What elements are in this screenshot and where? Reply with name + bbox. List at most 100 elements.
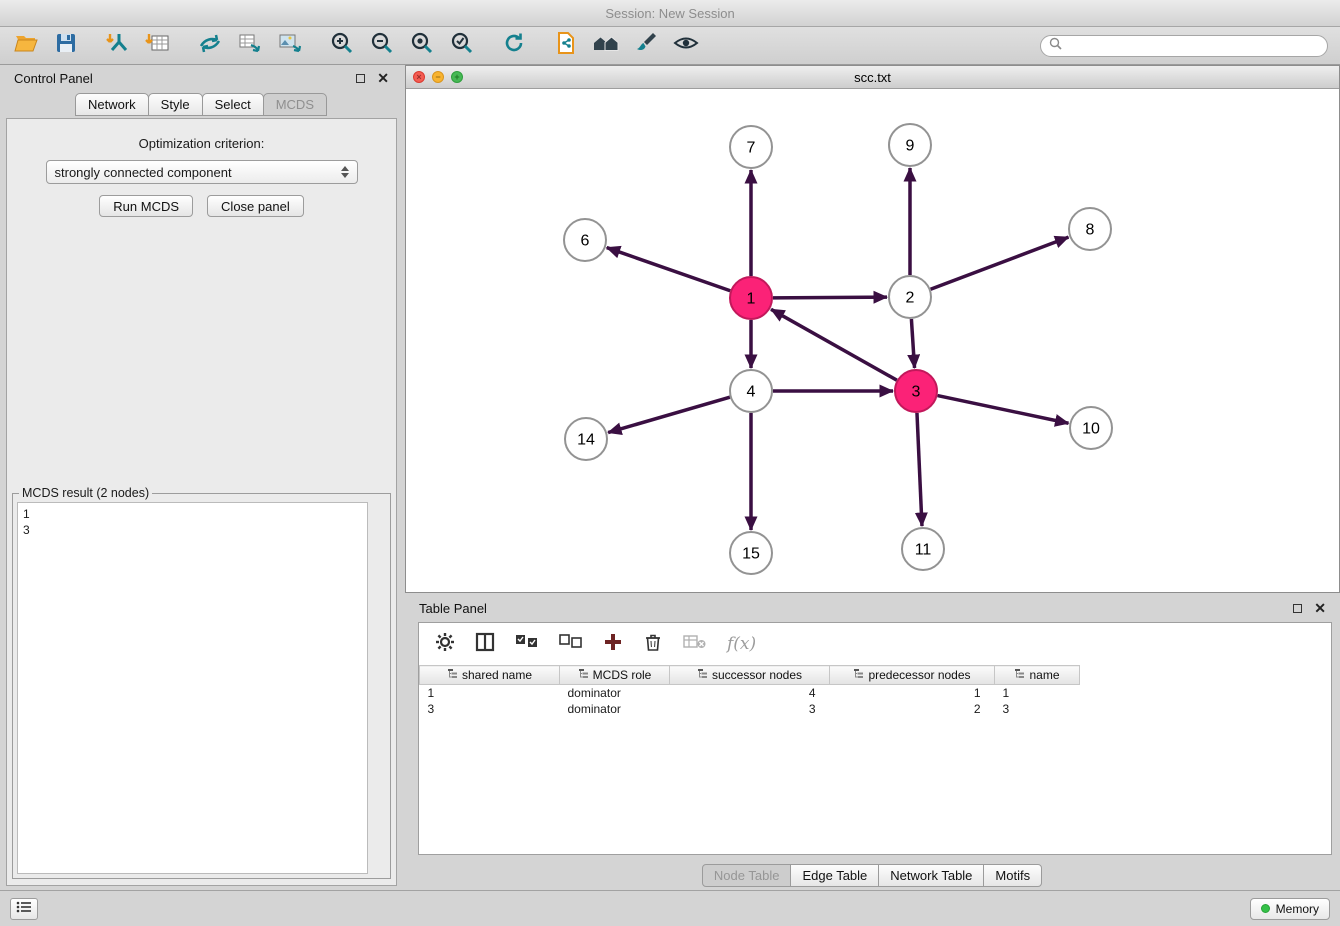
graph-node-3[interactable]: 3 — [895, 370, 937, 412]
float-table-panel-icon[interactable] — [1293, 604, 1302, 613]
control-panel-tabs: Network Style Select MCDS — [0, 93, 403, 116]
tab-motifs[interactable]: Motifs — [983, 864, 1042, 887]
graph-edge-4-14[interactable] — [608, 397, 730, 432]
table-settings-button[interactable] — [435, 632, 455, 657]
open-session-button[interactable] — [12, 32, 40, 60]
network-graph[interactable]: 7 9 6 8 1 2 4 3 14 10 15 11 — [406, 89, 1339, 592]
float-panel-icon[interactable] — [356, 74, 365, 83]
graph-node-6[interactable]: 6 — [564, 219, 606, 261]
window-titlebar[interactable]: Session: New Session — [0, 0, 1340, 27]
minimize-window-icon[interactable]: − — [432, 71, 444, 83]
table-cell[interactable]: 3 — [420, 701, 560, 717]
table-cell[interactable]: 4 — [670, 685, 830, 701]
graph-edge-1-6[interactable] — [607, 248, 731, 291]
graph-edge-3-1[interactable] — [771, 309, 897, 380]
open-recent-button[interactable] — [552, 32, 580, 60]
memory-button[interactable]: Memory — [1250, 898, 1330, 920]
run-mcds-button[interactable]: Run MCDS — [99, 195, 193, 217]
export-image-button[interactable] — [276, 32, 304, 60]
graph-edge-3-10[interactable] — [938, 396, 1069, 424]
table-header-row: shared name MCDS role successor nodes pr… — [420, 666, 1080, 685]
graph-node-14[interactable]: 14 — [565, 418, 607, 460]
graph-node-15[interactable]: 15 — [730, 532, 772, 574]
tab-style[interactable]: Style — [148, 93, 203, 116]
refresh-tool-group — [500, 32, 528, 60]
graph-node-8[interactable]: 8 — [1069, 208, 1111, 250]
first-neighbors-button[interactable] — [592, 32, 620, 60]
tab-node-table[interactable]: Node Table — [702, 864, 792, 887]
document-network-icon — [553, 30, 579, 61]
graph-node-11[interactable]: 11 — [902, 528, 944, 570]
graph-node-10[interactable]: 10 — [1070, 407, 1112, 449]
tab-select[interactable]: Select — [202, 93, 264, 116]
sort-icon — [1014, 668, 1025, 682]
table-cell[interactable]: 1 — [420, 685, 560, 701]
tab-mcds[interactable]: MCDS — [263, 93, 327, 116]
network-window-titlebar[interactable]: scc.txt × − + — [406, 66, 1339, 89]
table-panel-header: Table Panel ✕ — [405, 595, 1340, 621]
zoom-in-button[interactable] — [328, 32, 356, 60]
column-header-successor-nodes[interactable]: successor nodes — [670, 666, 830, 685]
graph-node-9[interactable]: 9 — [889, 124, 931, 166]
mcds-result-list[interactable]: 13 — [17, 502, 368, 874]
deselect-all-button[interactable] — [559, 634, 583, 654]
table-cell[interactable]: 1 — [995, 685, 1080, 701]
graph-edge-3-11[interactable] — [917, 413, 922, 526]
zoom-selected-button[interactable] — [448, 32, 476, 60]
graph-node-label: 14 — [577, 432, 595, 449]
select-all-button[interactable] — [515, 634, 539, 654]
table-cell[interactable]: dominator — [560, 685, 670, 701]
graph-node-4[interactable]: 4 — [730, 370, 772, 412]
zoom-fit-button[interactable] — [408, 32, 436, 60]
refresh-network-button[interactable] — [500, 32, 528, 60]
graph-node-2[interactable]: 2 — [889, 276, 931, 318]
graph-edge-2-8[interactable] — [931, 237, 1069, 289]
column-header-name[interactable]: name — [995, 666, 1080, 685]
table-cell[interactable]: 3 — [995, 701, 1080, 717]
network-canvas[interactable]: 7 9 6 8 1 2 4 3 14 10 15 11 — [406, 89, 1339, 592]
show-hide-button[interactable] — [672, 32, 700, 60]
table-cell[interactable]: 3 — [670, 701, 830, 717]
network-arrows-icon — [197, 30, 223, 61]
zoom-window-icon[interactable]: + — [451, 71, 463, 83]
sort-icon — [578, 668, 589, 682]
table-panel-tabs: Node Table Edge Table Network Table Moti… — [405, 863, 1340, 887]
search-input[interactable] — [1067, 39, 1319, 53]
table-row[interactable]: 3dominator323 — [420, 701, 1080, 717]
image-arrow-icon — [277, 30, 303, 61]
tab-network[interactable]: Network — [75, 93, 149, 116]
close-table-panel-icon[interactable]: ✕ — [1314, 601, 1326, 615]
import-network-button[interactable] — [104, 32, 132, 60]
column-header-shared-name[interactable]: shared name — [420, 666, 560, 685]
apply-style-button[interactable] — [632, 32, 660, 60]
close-panel-icon[interactable]: ✕ — [377, 71, 389, 85]
import-table-button[interactable] — [144, 32, 172, 60]
save-session-button[interactable] — [52, 32, 80, 60]
dropdown-stepper-icon — [341, 166, 349, 178]
search-box[interactable] — [1040, 35, 1328, 57]
column-header-mcds-role[interactable]: MCDS role — [560, 666, 670, 685]
table-cell[interactable]: 1 — [830, 685, 995, 701]
new-network-button[interactable] — [196, 32, 224, 60]
table-row[interactable]: 1dominator411 — [420, 685, 1080, 701]
zoom-out-button[interactable] — [368, 32, 396, 60]
table-cell[interactable]: dominator — [560, 701, 670, 717]
tab-network-table[interactable]: Network Table — [878, 864, 984, 887]
apply-function-button[interactable]: f(x) — [727, 634, 756, 654]
delete-entry-button[interactable] — [643, 632, 663, 657]
column-header-predecessor-nodes[interactable]: predecessor nodes — [830, 666, 995, 685]
table-cell[interactable]: 2 — [830, 701, 995, 717]
graph-node-7[interactable]: 7 — [730, 126, 772, 168]
graph-node-1[interactable]: 1 — [730, 277, 772, 319]
show-columns-button[interactable] — [475, 632, 495, 657]
add-entry-button[interactable] — [603, 632, 623, 657]
graph-edge-2-3[interactable] — [911, 319, 914, 368]
close-window-icon[interactable]: × — [413, 71, 425, 83]
close-panel-button[interactable]: Close panel — [207, 195, 304, 217]
task-history-button[interactable] — [10, 898, 38, 920]
graph-edge-1-2[interactable] — [773, 297, 887, 298]
network-from-table-button[interactable] — [236, 32, 264, 60]
tab-edge-table[interactable]: Edge Table — [790, 864, 879, 887]
criterion-dropdown[interactable]: strongly connected component — [46, 160, 358, 184]
delete-table-button[interactable] — [683, 633, 707, 655]
